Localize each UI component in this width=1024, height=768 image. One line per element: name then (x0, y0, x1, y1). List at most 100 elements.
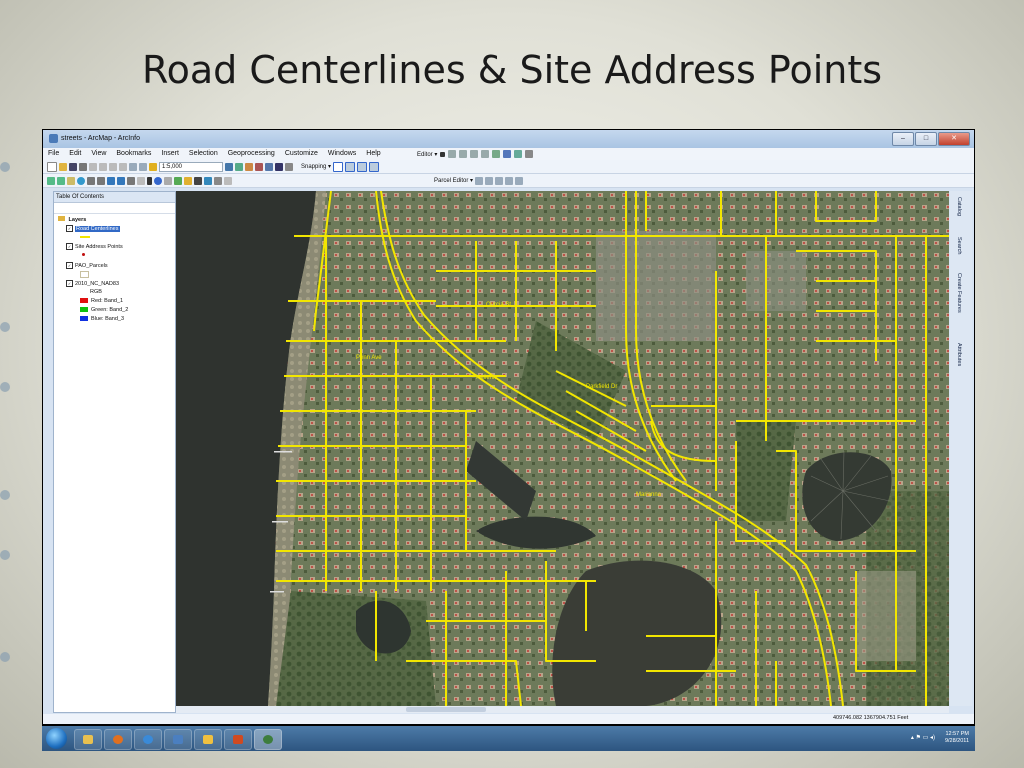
menu-insert[interactable]: Insert (156, 148, 184, 160)
menu-help[interactable]: Help (361, 148, 385, 160)
system-tray-icons[interactable]: ▴ ⚑ ▭ ◂) (911, 734, 935, 741)
catalog-icon[interactable] (245, 162, 253, 171)
layer-visibility-checkbox[interactable]: ✓ (66, 243, 73, 250)
fixed-zoom-out-icon[interactable] (97, 176, 105, 185)
create-viewer-icon[interactable] (224, 176, 232, 185)
snapping-menu[interactable]: Snapping ▾ (301, 163, 331, 170)
dock-tab-search[interactable]: Search (956, 237, 962, 254)
taskbar-explorer[interactable] (74, 729, 102, 750)
taskbar-app[interactable] (164, 729, 192, 750)
select-elements-icon[interactable] (147, 176, 152, 185)
go-forward-icon[interactable] (117, 176, 125, 185)
model-builder-icon[interactable] (285, 162, 293, 171)
editor-menu[interactable]: Editor ▾ (417, 151, 437, 158)
layer-visibility-checkbox[interactable]: ✓ (66, 225, 73, 232)
rotate-tool-icon[interactable] (492, 150, 501, 158)
maximize-button[interactable]: □ (915, 132, 937, 146)
menu-file[interactable]: File (43, 148, 64, 160)
hyperlink-icon[interactable] (164, 176, 172, 185)
vertex-snap-icon[interactable] (357, 161, 368, 172)
attributes-icon[interactable] (503, 150, 512, 158)
go-to-xy-icon[interactable] (204, 176, 212, 185)
paste-icon[interactable] (109, 162, 117, 171)
menu-edit[interactable]: Edit (64, 148, 86, 160)
taskbar-internet-explorer[interactable] (134, 729, 162, 750)
redo-icon[interactable] (139, 162, 147, 171)
save-icon[interactable] (69, 162, 77, 171)
menu-selection[interactable]: Selection (184, 148, 223, 160)
menu-view[interactable]: View (86, 148, 111, 160)
map-horizontal-scrollbar[interactable] (176, 706, 949, 713)
fixed-zoom-in-icon[interactable] (87, 176, 95, 185)
arctoolbox-icon[interactable] (265, 162, 273, 171)
layer-name[interactable]: Site Address Points (75, 244, 123, 250)
select-features-icon[interactable] (127, 176, 135, 185)
taskbar-app[interactable] (194, 729, 222, 750)
python-icon[interactable] (275, 162, 283, 171)
html-popup-icon[interactable] (174, 176, 182, 185)
dock-tab-catalog[interactable]: Catalog (956, 197, 962, 216)
taskbar-arcmap[interactable] (254, 729, 282, 750)
system-clock[interactable]: 12:57 PM 9/28/2011 (945, 731, 969, 745)
point-snap-icon[interactable] (333, 161, 344, 172)
map-scale-input[interactable]: 1:5,000 (159, 161, 223, 172)
dock-tab-create-features[interactable]: Create Features (956, 273, 962, 313)
trace-tool-icon[interactable] (470, 150, 479, 158)
toc-layer-site-address-points[interactable]: ✓ Site Address Points (66, 243, 123, 250)
sketch-properties-icon[interactable] (514, 150, 523, 158)
toc-layer-pao-parcels[interactable]: ✓ PAO_Parcels (66, 262, 108, 269)
print-icon[interactable] (79, 162, 87, 171)
edge-snap-icon[interactable] (369, 161, 380, 172)
toc-root-layers[interactable]: Layers (69, 217, 87, 223)
sketch-tool-icon[interactable] (448, 150, 457, 158)
zoom-in-icon[interactable] (47, 176, 55, 185)
parcel-construct-icon[interactable] (495, 176, 504, 185)
taskbar-media-player[interactable] (104, 729, 132, 750)
layer-visibility-checkbox[interactable]: ✓ (66, 280, 73, 287)
zoom-out-icon[interactable] (57, 176, 65, 185)
layer-name[interactable]: PAO_Parcels (75, 263, 108, 269)
table-of-contents-icon[interactable] (235, 162, 243, 171)
full-extent-icon[interactable] (77, 176, 85, 185)
menu-geoprocessing[interactable]: Geoprocessing (223, 148, 280, 160)
create-features-icon[interactable] (525, 150, 534, 158)
measure-icon[interactable] (184, 176, 192, 185)
search-window-icon[interactable] (255, 162, 263, 171)
start-button-icon[interactable] (46, 728, 67, 749)
dock-tab-attributes[interactable]: Attributes (956, 343, 962, 366)
menu-windows[interactable]: Windows (323, 148, 361, 160)
copy-icon[interactable] (99, 162, 107, 171)
close-button[interactable]: ✕ (938, 132, 970, 146)
map-display[interactable]: Penn Ave Ourcia St Hellenic Parkfield Dr… (176, 191, 949, 706)
menu-customize[interactable]: Customize (280, 148, 323, 160)
add-data-icon[interactable] (149, 162, 157, 171)
parcel-editor-menu[interactable]: Parcel Editor ▾ (434, 177, 473, 184)
cut-icon[interactable] (89, 162, 97, 171)
editor-toolbar-icon[interactable] (225, 162, 233, 171)
straight-segment-icon[interactable] (459, 150, 468, 158)
layer-name[interactable]: 2010_NC_NAD83 (75, 281, 119, 287)
layer-visibility-checkbox[interactable]: ✓ (66, 262, 73, 269)
taskbar-powerpoint[interactable] (224, 729, 252, 750)
layer-name[interactable]: Road Centerlines (75, 225, 120, 232)
new-document-icon[interactable] (47, 161, 57, 172)
clear-selection-icon[interactable] (137, 176, 145, 185)
edit-tool-icon[interactable] (440, 151, 446, 157)
parcel-adjust-icon[interactable] (515, 176, 524, 185)
minimize-button[interactable]: – (892, 132, 914, 146)
find-icon[interactable] (194, 176, 202, 185)
end-snap-icon[interactable] (345, 161, 356, 172)
delete-icon[interactable] (119, 162, 127, 171)
toc-layer-2010-nc-nad83[interactable]: ✓ 2010_NC_NAD83 (66, 280, 119, 287)
parcel-lines-icon[interactable] (485, 176, 494, 185)
aerial-map[interactable]: Penn Ave Ourcia St Hellenic Parkfield Dr… (176, 191, 949, 706)
toc-layer-road-centerlines[interactable]: ✓ Road Centerlines (66, 225, 120, 232)
identify-icon[interactable] (154, 176, 162, 185)
undo-icon[interactable] (129, 162, 137, 171)
parcel-tool-icon[interactable] (475, 176, 484, 185)
go-back-icon[interactable] (107, 176, 115, 185)
split-tool-icon[interactable] (481, 150, 490, 158)
pan-icon[interactable] (67, 176, 75, 185)
menu-bookmarks[interactable]: Bookmarks (111, 148, 156, 160)
parcel-join-icon[interactable] (505, 176, 514, 185)
